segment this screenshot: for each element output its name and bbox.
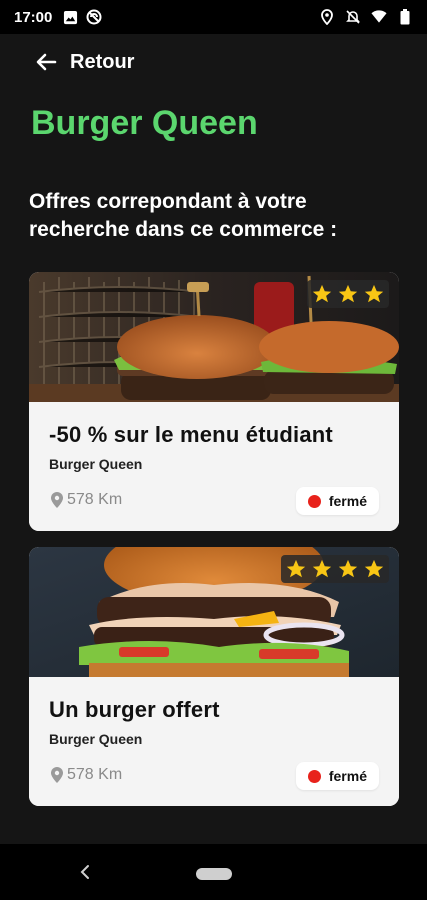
system-nav-bar bbox=[0, 844, 427, 900]
shop-title: Burger Queen bbox=[31, 104, 258, 142]
status-bar: 17:00 bbox=[0, 0, 427, 34]
wifi-icon bbox=[371, 9, 387, 25]
status-label: fermé bbox=[328, 493, 367, 509]
offer-image bbox=[29, 547, 399, 677]
offer-card[interactable]: -50 % sur le menu étudiant Burger Queen … bbox=[29, 272, 399, 531]
nav-back-icon[interactable] bbox=[75, 862, 95, 882]
section-subtitle: Offres correpondant à votre recherche da… bbox=[29, 190, 338, 241]
status-label: fermé bbox=[328, 768, 367, 784]
pin-icon bbox=[51, 767, 63, 783]
status-badge: fermé bbox=[295, 762, 379, 790]
offer-shop: Burger Queen bbox=[49, 456, 143, 472]
star-icon bbox=[364, 284, 384, 303]
distance-value: 578 Km bbox=[67, 491, 123, 508]
status-badge: fermé bbox=[295, 487, 379, 515]
star-icon bbox=[312, 559, 332, 578]
star-icon bbox=[338, 284, 358, 303]
location-icon bbox=[319, 9, 335, 25]
offer-card[interactable]: Un burger offert Burger Queen 578 Km fer… bbox=[29, 547, 399, 806]
closed-dot bbox=[307, 769, 321, 783]
battery-icon bbox=[397, 9, 413, 25]
distance: 578 Km bbox=[51, 491, 122, 509]
offer-title: -50 % sur le menu étudiant bbox=[49, 422, 333, 447]
status-time: 17:00 bbox=[14, 8, 53, 26]
rating-stars bbox=[307, 280, 389, 308]
offer-title: Un burger offert bbox=[49, 697, 220, 722]
back-label[interactable]: Retour bbox=[70, 51, 134, 74]
star-icon bbox=[364, 559, 384, 578]
distance-value: 578 Km bbox=[67, 766, 123, 783]
star-icon bbox=[312, 284, 332, 303]
offer-image bbox=[29, 272, 399, 402]
back-row[interactable]: Retour bbox=[34, 50, 134, 74]
notifications-off-icon bbox=[345, 9, 361, 25]
offer-body: -50 % sur le menu étudiant Burger Queen … bbox=[29, 402, 399, 531]
star-icon bbox=[338, 559, 358, 578]
closed-dot bbox=[307, 494, 321, 508]
nav-home-pill[interactable] bbox=[196, 868, 232, 880]
star-icon bbox=[286, 559, 306, 578]
rating-stars bbox=[281, 555, 389, 583]
distance: 578 Km bbox=[51, 766, 122, 784]
sync-icon bbox=[86, 9, 102, 25]
pin-icon bbox=[51, 492, 63, 508]
arrow-left-icon[interactable] bbox=[34, 50, 58, 74]
image-icon bbox=[62, 9, 78, 25]
offer-body: Un burger offert Burger Queen 578 Km fer… bbox=[29, 677, 399, 806]
offer-shop: Burger Queen bbox=[49, 731, 143, 747]
